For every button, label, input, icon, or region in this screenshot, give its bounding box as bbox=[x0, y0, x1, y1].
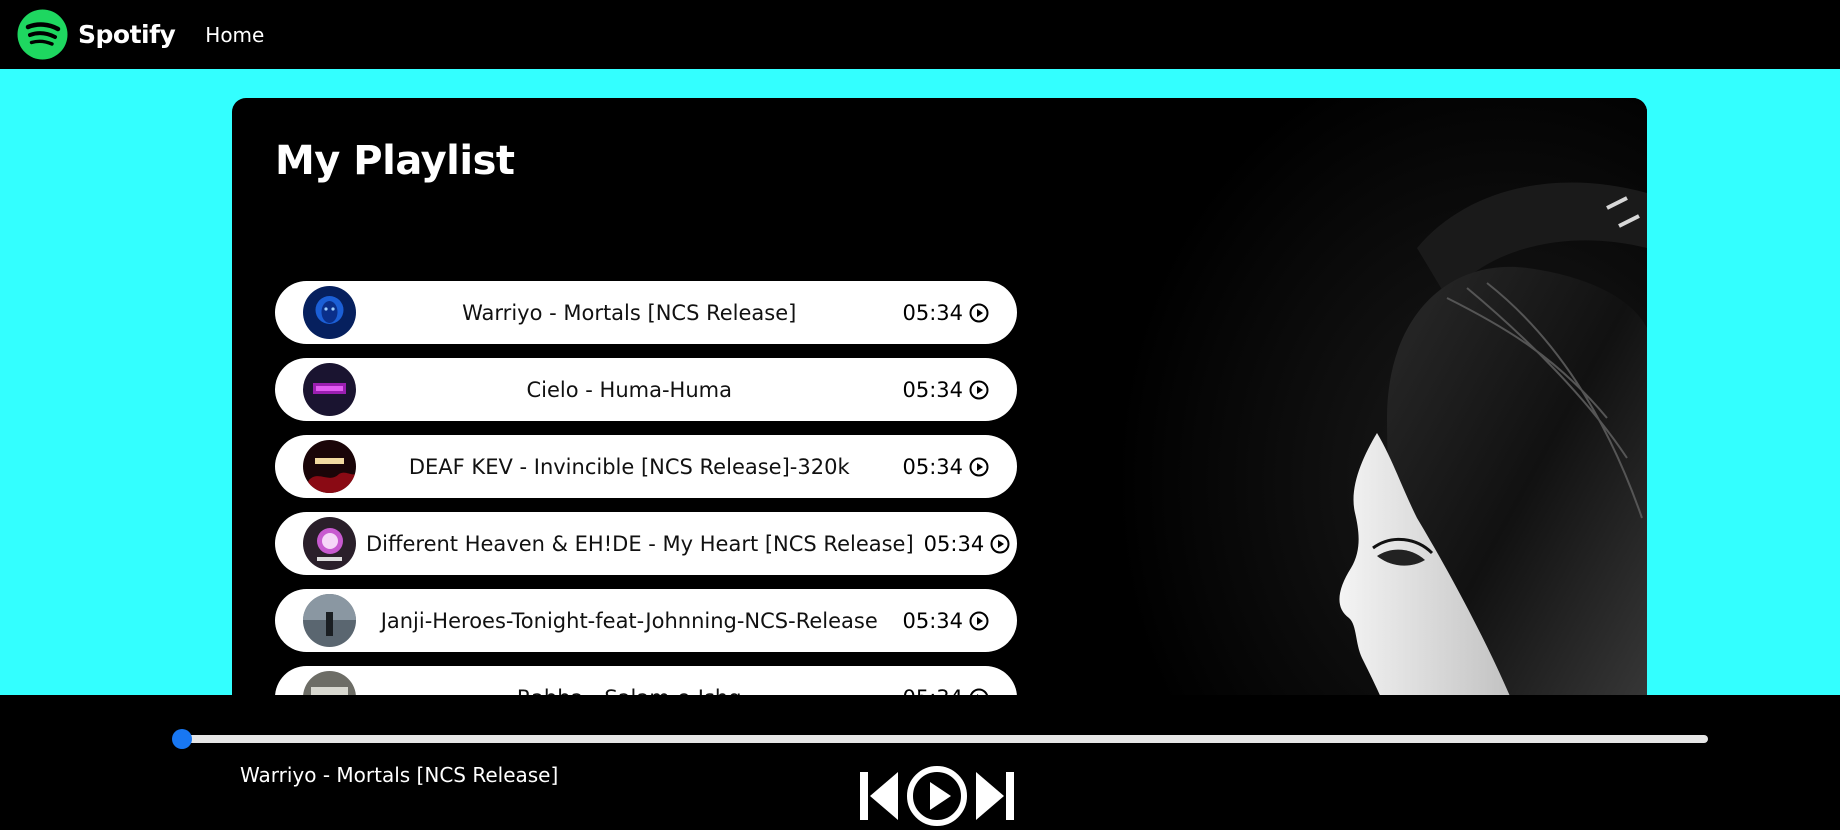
song-item[interactable]: Cielo - Huma-Huma 05:34 bbox=[275, 358, 1017, 421]
top-navbar: Spotify Home bbox=[0, 0, 1840, 69]
player-bar: Warriyo - Mortals [NCS Release] bbox=[0, 695, 1840, 830]
background-portrait-image bbox=[1087, 98, 1647, 738]
song-title: Different Heaven & EH!DE - My Heart [NCS… bbox=[366, 531, 914, 556]
song-duration: 05:34 bbox=[902, 377, 963, 402]
song-cover-image bbox=[303, 440, 356, 493]
playback-controls bbox=[858, 765, 1016, 827]
song-duration: 05:34 bbox=[902, 300, 963, 325]
song-item[interactable]: Different Heaven & EH!DE - My Heart [NCS… bbox=[275, 512, 1017, 575]
brand[interactable]: Spotify bbox=[17, 9, 176, 60]
song-title: DEAF KEV - Invincible [NCS Release]-320k bbox=[408, 454, 850, 479]
spotify-logo-icon bbox=[17, 9, 68, 60]
play-circle-icon[interactable] bbox=[969, 611, 989, 631]
song-cover-image bbox=[303, 286, 356, 339]
now-playing-title: Warriyo - Mortals [NCS Release] bbox=[240, 763, 559, 787]
play-circle-icon[interactable] bbox=[906, 765, 968, 827]
progress-bar[interactable] bbox=[181, 735, 1708, 743]
play-circle-icon[interactable] bbox=[990, 534, 1010, 554]
playlist-card: My Playlist Warriyo - Mortals [NCS Relea… bbox=[232, 98, 1647, 738]
song-item[interactable]: Warriyo - Mortals [NCS Release] 05:34 bbox=[275, 281, 1017, 344]
song-meta: 05:34 bbox=[902, 455, 989, 479]
song-title: Cielo - Huma-Huma bbox=[526, 377, 732, 402]
song-cover-image bbox=[303, 363, 356, 416]
song-meta: 05:34 bbox=[924, 532, 1011, 556]
song-cover-image bbox=[303, 594, 356, 647]
song-duration: 05:34 bbox=[902, 608, 963, 633]
song-duration: 05:34 bbox=[902, 454, 963, 479]
next-icon[interactable] bbox=[974, 770, 1016, 822]
song-cover-image bbox=[303, 517, 356, 570]
song-title: Warriyo - Mortals [NCS Release] bbox=[462, 300, 797, 325]
song-duration: 05:34 bbox=[923, 531, 985, 556]
song-meta: 05:34 bbox=[902, 301, 989, 325]
nav-home-link[interactable]: Home bbox=[205, 23, 264, 47]
brand-name: Spotify bbox=[78, 20, 176, 49]
previous-icon[interactable] bbox=[858, 770, 900, 822]
song-meta: 05:34 bbox=[902, 378, 989, 402]
song-item[interactable]: DEAF KEV - Invincible [NCS Release]-320k… bbox=[275, 435, 1017, 498]
progress-thumb[interactable] bbox=[172, 729, 192, 749]
play-circle-icon[interactable] bbox=[969, 457, 989, 477]
play-circle-icon[interactable] bbox=[969, 303, 989, 323]
song-item[interactable]: Janji-Heroes-Tonight-feat-Johnning-NCS-R… bbox=[275, 589, 1017, 652]
play-circle-icon[interactable] bbox=[969, 380, 989, 400]
song-list: Warriyo - Mortals [NCS Release] 05:34 Ci… bbox=[275, 281, 1017, 738]
playlist-title: My Playlist bbox=[275, 138, 515, 184]
song-meta: 05:34 bbox=[902, 609, 989, 633]
song-title: Janji-Heroes-Tonight-feat-Johnning-NCS-R… bbox=[380, 608, 878, 633]
